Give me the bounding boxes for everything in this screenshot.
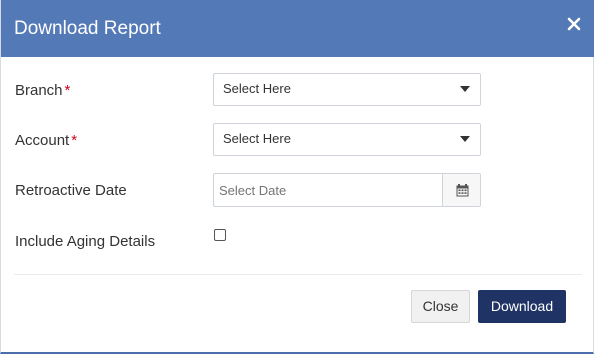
close-icon[interactable] <box>566 16 582 32</box>
caret-down-icon <box>460 136 470 142</box>
branch-select[interactable]: Select Here <box>213 73 481 106</box>
account-select[interactable]: Select Here <box>213 123 481 156</box>
required-asterisk: * <box>71 132 78 149</box>
account-label: Account * <box>15 131 77 151</box>
calendar-button[interactable] <box>442 174 480 206</box>
include-aging-label: Include Aging Details <box>15 233 156 250</box>
include-aging-checkbox[interactable] <box>214 229 226 241</box>
calendar-icon <box>456 184 469 197</box>
dialog-header: Download Report <box>1 0 594 57</box>
required-asterisk: * <box>64 82 71 99</box>
download-button[interactable]: Download <box>478 290 566 323</box>
download-report-dialog: Download Report Branch * Select Here Acco… <box>0 0 594 354</box>
retroactive-date-input[interactable] <box>214 174 442 206</box>
branch-label: Branch * <box>15 81 70 101</box>
branch-label-text: Branch <box>15 82 63 99</box>
account-label-text: Account <box>15 132 70 149</box>
dialog-title: Download Report <box>14 18 161 39</box>
branch-select-value: Select Here <box>223 81 291 96</box>
caret-down-icon <box>460 86 470 92</box>
close-button[interactable]: Close <box>411 290 470 323</box>
retroactive-date-group <box>213 173 481 207</box>
account-select-value: Select Here <box>223 131 291 146</box>
retroactive-date-label: Retroactive Date <box>15 182 127 199</box>
footer-divider <box>14 274 582 275</box>
